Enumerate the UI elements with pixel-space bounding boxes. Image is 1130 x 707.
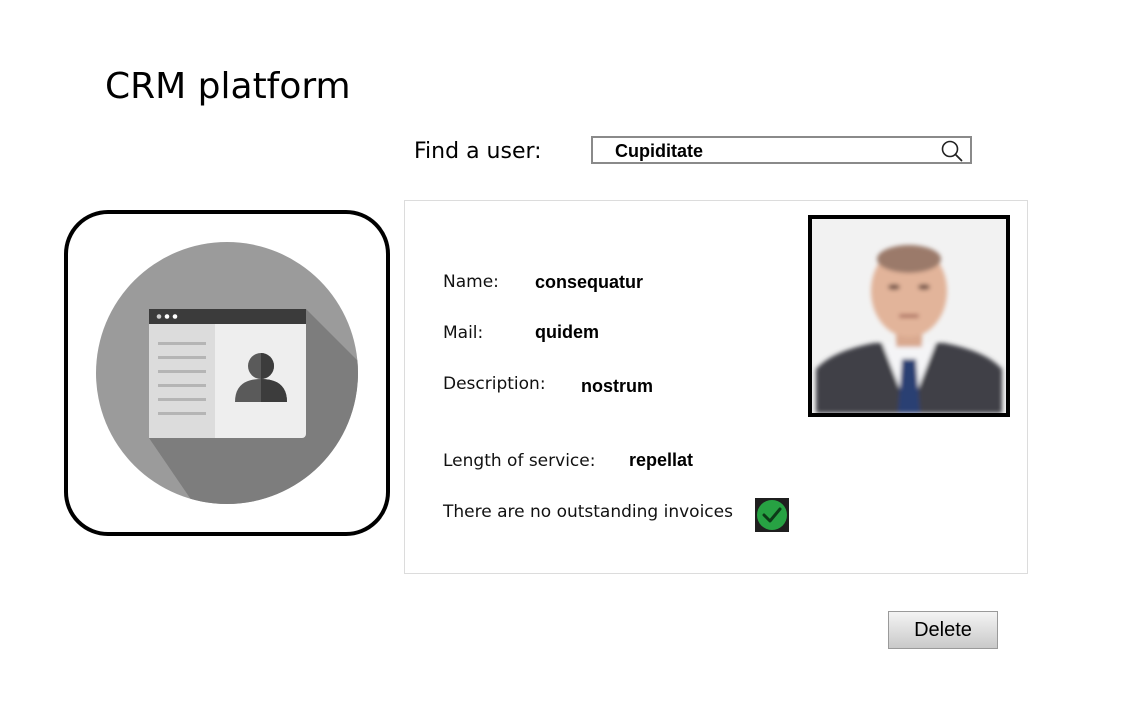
service-value: repellat bbox=[629, 450, 694, 470]
app-title: CRM platform bbox=[105, 66, 351, 107]
user-photo bbox=[808, 215, 1010, 417]
check-icon bbox=[755, 498, 789, 532]
mail-label: Mail: bbox=[443, 323, 484, 343]
contact-card-icon bbox=[96, 242, 358, 504]
name-label: Name: bbox=[443, 272, 499, 292]
delete-button[interactable]: Delete bbox=[888, 611, 998, 649]
description-value: nostrum bbox=[581, 376, 653, 396]
search-input[interactable] bbox=[615, 141, 925, 161]
invoices-status-text: There are no outstanding invoices bbox=[443, 502, 733, 522]
find-user-label: Find a user: bbox=[414, 139, 542, 164]
description-label: Description: bbox=[443, 374, 546, 394]
name-value: consequatur bbox=[535, 272, 644, 292]
search-box[interactable] bbox=[591, 136, 972, 164]
user-profile-logo bbox=[64, 210, 390, 536]
search-icon[interactable] bbox=[941, 140, 963, 162]
user-portrait-image bbox=[812, 219, 1006, 413]
user-details-card: Name: consequatur Mail: quidem Descripti… bbox=[404, 200, 1028, 574]
mail-value: quidem bbox=[535, 322, 600, 342]
service-label: Length of service: bbox=[443, 451, 596, 471]
